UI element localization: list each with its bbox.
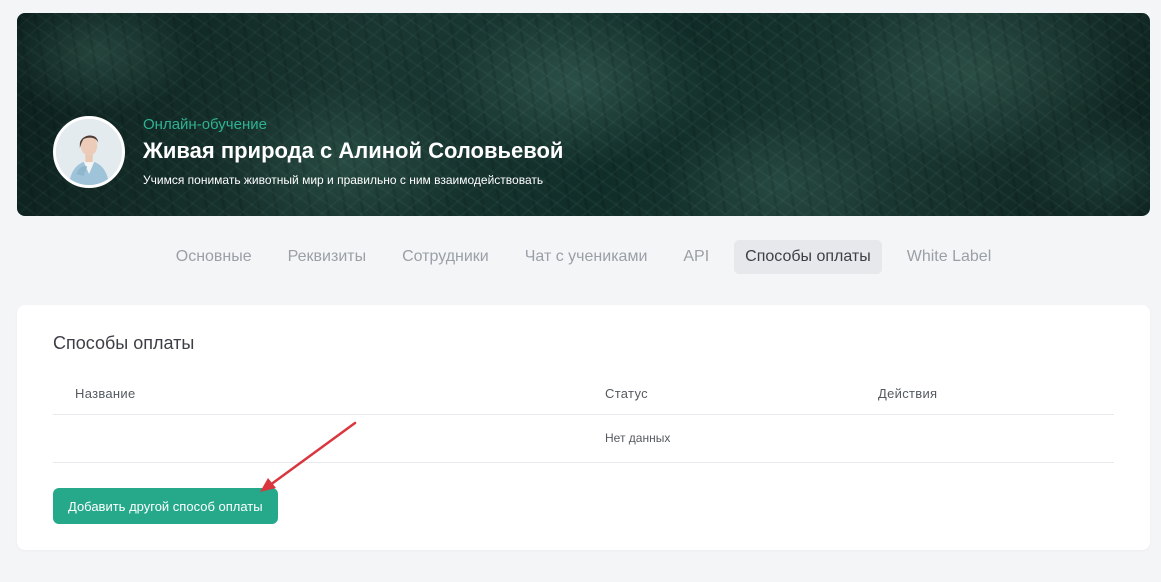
tab-api[interactable]: API <box>672 240 720 274</box>
course-banner: Онлайн-обучение Живая природа с Алиной С… <box>17 13 1150 216</box>
tab-student-chat[interactable]: Чат с учениками <box>514 240 659 274</box>
course-title: Живая природа с Алиной Соловьевой <box>143 138 564 163</box>
tab-requisites[interactable]: Реквизиты <box>277 240 377 274</box>
settings-tabs: Основные Реквизиты Сотрудники Чат с учен… <box>0 240 1161 274</box>
section-title: Способы оплаты <box>53 333 195 353</box>
add-payment-method-button[interactable]: Добавить другой способ оплаты <box>53 488 278 524</box>
table-row: Нет данных <box>53 415 1114 463</box>
avatar <box>53 116 125 188</box>
column-header-actions: Действия <box>878 386 938 401</box>
tab-staff[interactable]: Сотрудники <box>391 240 500 274</box>
payment-methods-card: Способы оплаты Название Статус Действия … <box>17 305 1150 550</box>
annotation-arrow-icon <box>260 421 357 492</box>
payment-methods-table: Название Статус Действия Нет данных <box>53 377 1114 463</box>
empty-state-text: Нет данных <box>605 431 671 445</box>
avatar-portrait-icon <box>56 119 122 185</box>
tab-main[interactable]: Основные <box>165 240 263 274</box>
banner-text: Онлайн-обучение Живая природа с Алиной С… <box>143 116 563 188</box>
tab-payment-methods[interactable]: Способы оплаты <box>734 240 882 274</box>
column-header-status: Статус <box>605 386 648 401</box>
tab-white-label[interactable]: White Label <box>896 240 1003 274</box>
column-header-name: Название <box>75 386 136 401</box>
table-header: Название Статус Действия <box>53 377 1114 415</box>
course-subtitle: Учимся понимать животный мир и правильно… <box>143 173 544 187</box>
course-category: Онлайн-обучение <box>143 116 267 133</box>
